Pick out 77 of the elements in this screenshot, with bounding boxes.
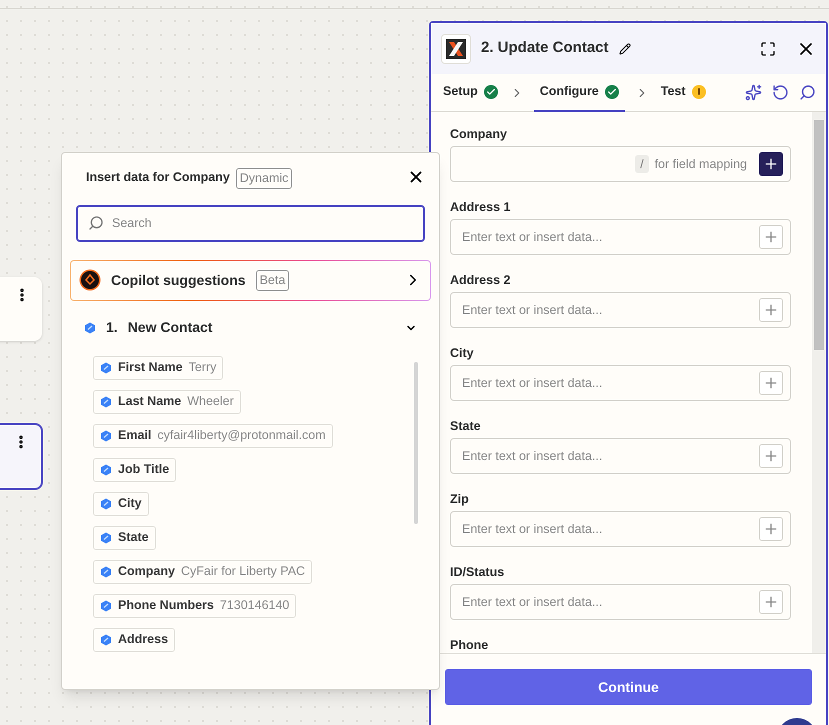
data-chip[interactable]: State	[93, 526, 156, 550]
data-chip[interactable]: Phone Numbers 7130146140	[93, 594, 296, 618]
field-label: Company	[450, 127, 508, 142]
insert-data-button[interactable]	[759, 152, 783, 176]
data-chip[interactable]: Job Title	[93, 458, 176, 482]
app-gem-icon	[100, 600, 112, 612]
data-chip[interactable]: First Name Terry	[93, 356, 224, 380]
edit-icon[interactable]	[618, 42, 631, 54]
beta-badge: Beta	[256, 270, 290, 291]
data-chip[interactable]: Company CyFair for Liberty PAC	[93, 560, 312, 584]
copilot-label: Copilot suggestions	[111, 270, 246, 290]
dynamic-badge: Dynamic	[236, 168, 292, 189]
popover-title: Insert data for Company	[86, 168, 230, 186]
search-icon[interactable]	[799, 84, 816, 101]
app-gem-icon	[100, 566, 112, 578]
step-header[interactable]: 1. New Contact	[62, 314, 439, 342]
input-field[interactable]: Enter text or insert data...	[450, 219, 791, 255]
search-icon	[88, 215, 104, 232]
text-input[interactable]: Enter text or insert data...	[462, 520, 759, 538]
shortcut-key: /	[635, 155, 649, 173]
field-label: Address 1	[450, 200, 512, 215]
app-gem-icon	[100, 396, 112, 408]
copilot-logo	[79, 269, 101, 292]
input-field[interactable]: Enter text or insert data...	[450, 365, 791, 401]
continue-button[interactable]: Continue	[445, 669, 812, 705]
text-input[interactable]: Enter text or insert data...	[462, 300, 759, 320]
copilot-suggestions-row[interactable]: Copilot suggestions Beta	[70, 260, 431, 301]
app-gem-icon	[100, 464, 112, 476]
sparkle-icon[interactable]	[745, 84, 762, 101]
field-label: City	[450, 346, 475, 361]
plus-icon	[763, 448, 779, 464]
text-input[interactable]: Enter text or insert data...	[462, 228, 759, 246]
field-hint: for field mapping	[654, 156, 747, 173]
undo-icon[interactable]	[772, 84, 789, 101]
plus-icon	[763, 229, 779, 245]
app-gem-icon	[100, 430, 112, 442]
panel-title: 2. Update Contact	[481, 38, 609, 58]
data-chip[interactable]: Last Name Wheeler	[93, 390, 241, 414]
step-name: New Contact	[128, 318, 212, 338]
step-tab[interactable]: Configure	[534, 74, 625, 112]
app-logo	[441, 34, 471, 64]
scrollbar[interactable]	[812, 112, 826, 653]
step-number: 1.	[106, 318, 118, 338]
plus-icon	[763, 594, 779, 610]
field-label: Address 2	[450, 273, 512, 288]
field-label: Zip	[450, 492, 470, 507]
data-chip[interactable]: Address	[93, 628, 176, 652]
plus-icon	[763, 302, 779, 318]
field-label: ID/Status	[450, 565, 506, 580]
expand-icon[interactable]	[760, 40, 776, 56]
text-input[interactable]: Enter text or insert data...	[462, 446, 759, 466]
text-input[interactable]: Enter text or insert data...	[462, 374, 759, 392]
app-gem-icon	[100, 362, 112, 374]
step-tab[interactable]: Test	[658, 74, 708, 112]
data-chip[interactable]: Email cyfair4liberty@protonmail.com	[93, 424, 333, 448]
app-gem-icon	[100, 532, 112, 544]
step-tab[interactable]: Setup	[441, 74, 500, 112]
data-chip[interactable]: City	[93, 492, 149, 516]
app-gem-icon	[100, 498, 112, 510]
scrollbar[interactable]	[414, 362, 418, 524]
app-gem-icon	[100, 634, 112, 646]
field-label: State	[450, 419, 482, 434]
plus-icon	[763, 521, 779, 537]
workflow-node[interactable]	[0, 423, 43, 490]
search-input[interactable]: Search	[112, 214, 423, 233]
plus-icon	[763, 375, 779, 391]
workflow-node[interactable]	[0, 277, 42, 341]
field-label: Phone	[450, 638, 490, 653]
input-field[interactable]: / for field mapping	[450, 146, 791, 182]
input-field[interactable]: Enter text or insert data...	[450, 511, 791, 547]
text-input[interactable]: Enter text or insert data...	[462, 592, 759, 612]
search-field[interactable]: Search	[76, 204, 425, 242]
input-field[interactable]: Enter text or insert data...	[450, 438, 791, 474]
input-field[interactable]: Enter text or insert data...	[450, 584, 791, 620]
input-field[interactable]: Enter text or insert data...	[450, 292, 791, 328]
app-gem-icon	[84, 322, 96, 334]
plus-icon	[763, 156, 779, 172]
